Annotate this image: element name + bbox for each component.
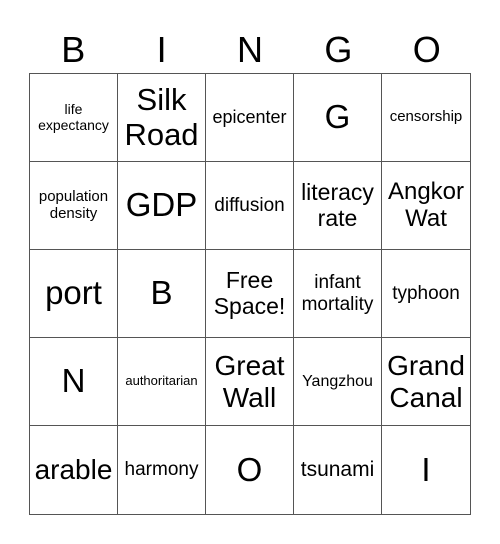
bingo-cell[interactable]: typhoon <box>382 250 470 338</box>
bingo-grid: life expectancy Silk Road epicenter G ce… <box>29 73 471 515</box>
bingo-cell[interactable]: population density <box>30 162 118 250</box>
header-letter-b: B <box>61 29 86 70</box>
header-letter-g: G <box>324 29 353 70</box>
bingo-cell[interactable]: infant mortality <box>294 250 382 338</box>
bingo-cell[interactable]: authoritarian <box>118 338 206 426</box>
bingo-cell[interactable]: O <box>206 426 294 514</box>
bingo-header: B I N G O <box>29 28 471 72</box>
header-letter-o: O <box>412 29 441 70</box>
header-letter-i: I <box>156 29 167 70</box>
bingo-cell[interactable]: port <box>30 250 118 338</box>
bingo-cell[interactable]: Yangzhou <box>294 338 382 426</box>
header-letter-n: N <box>236 29 263 70</box>
bingo-cell[interactable]: epicenter <box>206 74 294 162</box>
bingo-cell[interactable]: I <box>382 426 470 514</box>
bingo-cell[interactable]: Grand Canal <box>382 338 470 426</box>
bingo-cell[interactable]: harmony <box>118 426 206 514</box>
bingo-cell[interactable]: censorship <box>382 74 470 162</box>
bingo-cell[interactable]: tsunami <box>294 426 382 514</box>
bingo-cell[interactable]: life expectancy <box>30 74 118 162</box>
free-space-cell[interactable]: Free Space! <box>206 250 294 338</box>
bingo-cell[interactable]: G <box>294 74 382 162</box>
bingo-cell[interactable]: GDP <box>118 162 206 250</box>
bingo-cell[interactable]: B <box>118 250 206 338</box>
bingo-cell[interactable]: Angkor Wat <box>382 162 470 250</box>
bingo-cell[interactable]: diffusion <box>206 162 294 250</box>
bingo-cell[interactable]: arable <box>30 426 118 514</box>
bingo-cell[interactable]: literacy rate <box>294 162 382 250</box>
bingo-cell[interactable]: Great Wall <box>206 338 294 426</box>
bingo-cell[interactable]: Silk Road <box>118 74 206 162</box>
bingo-cell[interactable]: N <box>30 338 118 426</box>
